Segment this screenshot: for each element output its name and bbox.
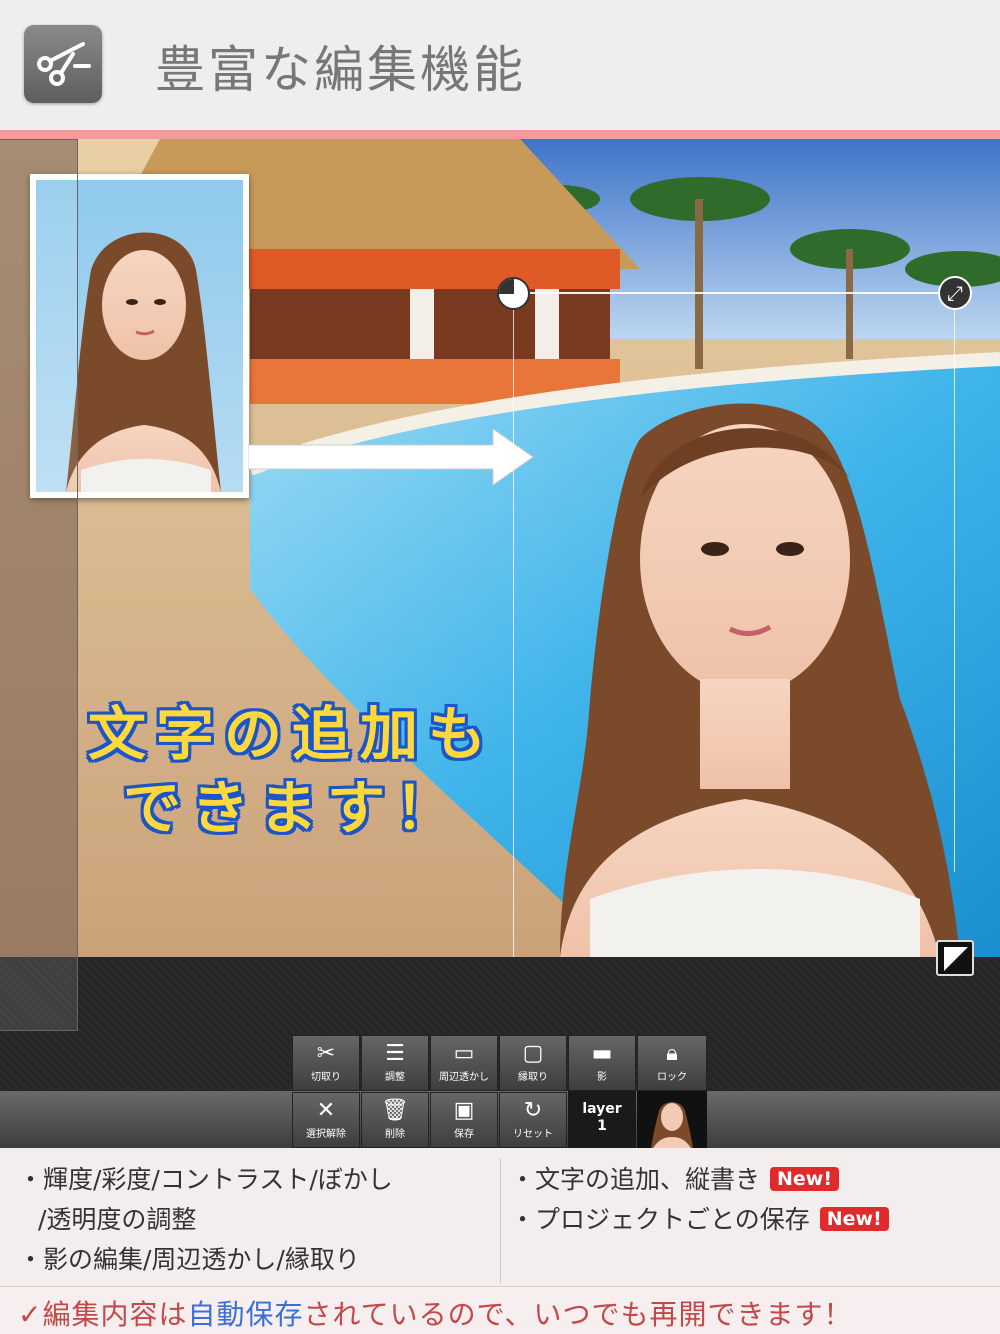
text-layer[interactable]: 文字の追加も できます！: [88, 697, 528, 845]
lock-icon: 🔒︎: [666, 1041, 678, 1066]
feature-item: /透明度の調整: [38, 1205, 197, 1234]
save-button[interactable]: ▣ 保存: [430, 1092, 498, 1148]
delete-button[interactable]: 🗑︎ 削除: [361, 1092, 429, 1148]
layer-selector[interactable]: layer 1: [568, 1091, 636, 1148]
text-layer-line-1: 文字の追加も: [88, 700, 497, 768]
scissors-icon: [24, 25, 102, 103]
trash-icon: 🗑︎: [381, 1098, 409, 1123]
expand-button[interactable]: [936, 940, 974, 976]
feature-list: ・輝度/彩度/コントラスト/ぼかし /透明度の調整 ・影の編集/周辺透かし/縁取…: [0, 1148, 1000, 1286]
border-icon: ▢: [522, 1041, 544, 1066]
lock-tool-button[interactable]: 🔒︎ ロック: [637, 1035, 707, 1091]
reset-button[interactable]: ↻ リセット: [499, 1092, 567, 1148]
feature-list-left: ・輝度/彩度/コントラスト/ぼかし /透明度の調整 ・影の編集/周辺透かし/縁取…: [18, 1160, 498, 1280]
new-badge: New!: [819, 1207, 889, 1231]
layer-number: 1: [597, 1118, 607, 1134]
feature-list-right: ・文字の追加、縦書き New! ・プロジェクトごとの保存 New!: [510, 1160, 980, 1240]
check-icon: ✓: [18, 1298, 43, 1331]
sliders-icon: ☰: [385, 1041, 405, 1066]
adjust-tool-button[interactable]: ☰ 調整: [361, 1035, 429, 1091]
border-tool-button[interactable]: ▢ 縁取り: [499, 1035, 567, 1091]
save-icon: ▣: [453, 1098, 475, 1123]
reset-icon: ↻: [523, 1098, 543, 1123]
layer-label: layer: [582, 1101, 622, 1117]
close-icon: ✕: [316, 1098, 336, 1123]
divider: [500, 1158, 501, 1283]
feature-item: ・文字の追加、縦書き New!: [510, 1160, 980, 1200]
selection-border-left: [513, 292, 514, 957]
selection-border-top: [513, 292, 955, 294]
shadow-icon: ▬: [591, 1041, 613, 1066]
autosave-note: ✓編集内容は自動保存されているので、いつでも再開できます！: [0, 1286, 1000, 1334]
vignette-icon: ▭: [453, 1041, 475, 1066]
resize-handle[interactable]: ⤢: [938, 276, 972, 310]
layer-thumbnail[interactable]: [637, 1091, 707, 1148]
feature-item: ・プロジェクトごとの保存 New!: [510, 1200, 980, 1240]
selection-border-right: [954, 292, 955, 872]
accent-bar: [0, 130, 1000, 139]
editing-canvas[interactable]: ⤢ 文字の追加も できます！: [0, 139, 1000, 957]
deselect-button[interactable]: ✕ 選択解除: [292, 1092, 360, 1148]
footer-text-pre: 編集内容は: [42, 1298, 188, 1331]
arrow-right-icon: [248, 429, 534, 485]
crop-tool-button[interactable]: ✂ 切取り: [292, 1035, 360, 1091]
footer-highlight: 自動保存: [187, 1298, 304, 1331]
new-badge: New!: [770, 1167, 840, 1191]
app-header: 豊富な編集機能: [0, 0, 1000, 130]
shadow-tool-button[interactable]: ▬ 影: [568, 1035, 636, 1091]
footer-text-post: されているので、いつでも再開できます！: [303, 1298, 853, 1331]
side-panel[interactable]: [0, 139, 78, 1031]
scissors-icon: ✂: [316, 1041, 336, 1066]
feature-item: ・影の編集/周辺透かし/縁取り: [18, 1245, 360, 1274]
rotate-handle[interactable]: [497, 277, 530, 310]
page-title: 豊富な編集機能: [155, 41, 526, 99]
vignette-tool-button[interactable]: ▭ 周辺透かし: [430, 1035, 498, 1091]
feature-item: ・輝度/彩度/コントラスト/ぼかし: [18, 1165, 393, 1194]
text-layer-line-2: できます！: [123, 774, 464, 842]
